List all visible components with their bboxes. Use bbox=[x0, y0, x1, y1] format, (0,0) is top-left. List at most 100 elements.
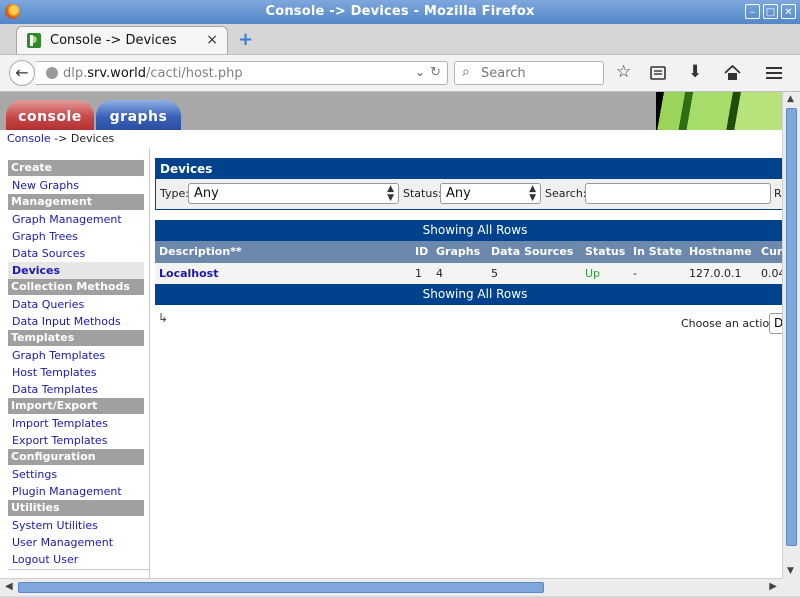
menu-section-import-export: Import/Export bbox=[8, 398, 144, 414]
status-label: Status: bbox=[403, 187, 442, 200]
device-data-sources: 5 bbox=[491, 267, 498, 280]
reading-list-icon[interactable] bbox=[650, 66, 666, 80]
search-icon: ⌕ bbox=[462, 64, 470, 80]
device-graphs: 4 bbox=[436, 267, 443, 280]
browser-tab[interactable]: Console -> Devices × bbox=[16, 26, 228, 54]
scroll-left-icon[interactable]: ◀ bbox=[5, 581, 13, 592]
scroll-down-icon[interactable]: ▼ bbox=[787, 566, 794, 576]
vertical-scrollbar[interactable]: ▲ ▼ bbox=[782, 92, 800, 578]
col-in-state[interactable]: In State bbox=[633, 241, 682, 263]
menu-item-import-templates[interactable]: Import Templates bbox=[8, 415, 144, 432]
menu-item-host-templates[interactable]: Host Templates bbox=[8, 364, 144, 381]
breadcrumb-current: -> Devices bbox=[50, 132, 115, 145]
bookmark-star-icon[interactable]: ☆ bbox=[616, 63, 631, 81]
menu-section-utilities: Utilities bbox=[8, 500, 144, 516]
devices-table: Showing All Rows Description** ID Graphs… bbox=[155, 220, 782, 305]
menu-item-data-queries[interactable]: Data Queries bbox=[8, 296, 144, 313]
scroll-right-icon[interactable]: ▶ bbox=[769, 581, 777, 592]
page-content: console graphs Console -> Devices Create… bbox=[0, 92, 782, 578]
menu-item-graph-trees[interactable]: Graph Trees bbox=[8, 228, 144, 245]
menu-section-management: Management bbox=[8, 194, 144, 210]
maximize-button[interactable]: □ bbox=[763, 4, 778, 19]
menu-item-data-sources[interactable]: Data Sources bbox=[8, 245, 144, 262]
sidebar-bottom-divider bbox=[8, 569, 149, 570]
tab-label: Console -> Devices bbox=[50, 33, 177, 48]
col-graphs[interactable]: Graphs bbox=[436, 241, 480, 263]
devices-search-input[interactable] bbox=[585, 183, 771, 204]
horizontal-scroll-thumb[interactable] bbox=[18, 582, 544, 593]
menu-item-settings[interactable]: Settings bbox=[8, 466, 144, 483]
menu-item-devices[interactable]: Devices bbox=[8, 262, 144, 279]
menu-item-graph-templates[interactable]: Graph Templates bbox=[8, 347, 144, 364]
menu-section-templates: Templates bbox=[8, 330, 144, 346]
col-id[interactable]: ID bbox=[415, 241, 428, 263]
url-dropdown-icon[interactable]: ⌄ bbox=[415, 65, 425, 79]
menu-section-create: Create bbox=[8, 160, 144, 176]
graphs-tab[interactable]: graphs bbox=[96, 100, 181, 130]
search-bar[interactable]: ⌕ bbox=[454, 61, 604, 85]
table-nav-top: Showing All Rows bbox=[155, 220, 782, 241]
new-tab-button[interactable]: + bbox=[238, 29, 253, 50]
devices-filter-panel: Devices Type: Any ▲ ▼ Status: Any ▲ ▼ Sear… bbox=[155, 158, 782, 210]
menu-item-export-templates[interactable]: Export Templates bbox=[8, 432, 144, 449]
menu-item-new-graphs[interactable]: New Graphs bbox=[8, 177, 144, 194]
menu-item-plugin-management[interactable]: Plugin Management bbox=[8, 483, 144, 500]
menu-item-user-management[interactable]: User Management bbox=[8, 534, 144, 551]
col-hostname[interactable]: Hostname bbox=[689, 241, 752, 263]
menu-section-configuration: Configuration bbox=[8, 449, 144, 465]
globe-icon bbox=[46, 67, 58, 79]
type-select[interactable]: Any ▲ ▼ bbox=[188, 183, 399, 204]
col-data-sources[interactable]: Data Sources bbox=[491, 241, 573, 263]
device-current: 0.04 bbox=[761, 267, 782, 280]
window-titlebar: Console -> Devices - Mozilla Firefox – □… bbox=[0, 0, 800, 24]
sidebar-divider bbox=[149, 148, 150, 578]
select-arrows-icon: ▲ ▼ bbox=[529, 184, 536, 203]
choose-action-label: Choose an action: bbox=[681, 317, 780, 330]
home-icon[interactable] bbox=[724, 65, 741, 81]
url-text[interactable]: dlp.srv.world/cacti/host.php bbox=[63, 66, 243, 81]
action-select[interactable]: D bbox=[769, 313, 782, 334]
vertical-scroll-thumb[interactable] bbox=[786, 108, 797, 546]
type-label: Type: bbox=[160, 187, 189, 200]
window-title: Console -> Devices - Mozilla Firefox bbox=[265, 4, 535, 19]
menu-section-collection-methods: Collection Methods bbox=[8, 279, 144, 295]
navigation-toolbar: ← dlp.srv.world/cacti/host.php ⌄ ↻ ⌕ ☆ ⬇ bbox=[0, 54, 800, 92]
horizontal-scrollbar[interactable]: ◀ ▶ bbox=[0, 578, 782, 596]
menu-icon[interactable] bbox=[766, 67, 782, 80]
device-status: Up bbox=[585, 267, 601, 280]
select-arrow-icon: ↳ bbox=[158, 311, 169, 325]
search-input[interactable] bbox=[479, 65, 598, 82]
close-window-button[interactable]: ✕ bbox=[781, 4, 796, 19]
address-bar[interactable]: dlp.srv.world/cacti/host.php ⌄ ↻ bbox=[36, 61, 448, 85]
back-button[interactable]: ← bbox=[9, 60, 35, 86]
minimize-button[interactable]: – bbox=[745, 4, 760, 19]
menu-item-system-utilities[interactable]: System Utilities bbox=[8, 517, 144, 534]
download-icon[interactable]: ⬇ bbox=[688, 63, 702, 81]
status-select[interactable]: Any ▲ ▼ bbox=[440, 183, 541, 204]
rows-label-cut: R bbox=[774, 187, 782, 200]
search-label: Search: bbox=[545, 187, 587, 200]
table-nav-bottom: Showing All Rows bbox=[155, 284, 782, 305]
console-menu: Create New Graphs Management Graph Manageme… bbox=[8, 160, 144, 568]
cacti-favicon-icon bbox=[27, 33, 41, 48]
col-status[interactable]: Status bbox=[585, 241, 625, 263]
breadcrumb-console-link[interactable]: Console bbox=[7, 132, 51, 145]
close-tab-icon[interactable]: × bbox=[206, 32, 218, 48]
scroll-up-icon[interactable]: ▲ bbox=[787, 94, 794, 104]
device-hostname: 127.0.0.1 bbox=[689, 267, 742, 280]
col-current[interactable]: Curr bbox=[761, 241, 782, 263]
table-row[interactable]: Localhost 1 4 5 Up - 127.0.0.1 0.04 bbox=[155, 263, 782, 284]
scrollbar-corner bbox=[782, 578, 800, 596]
device-description-link[interactable]: Localhost bbox=[159, 263, 218, 284]
menu-item-logout-user[interactable]: Logout User bbox=[8, 551, 144, 568]
reload-icon[interactable]: ↻ bbox=[430, 65, 441, 80]
menu-item-data-input-methods[interactable]: Data Input Methods bbox=[8, 313, 144, 330]
col-description[interactable]: Description** bbox=[159, 241, 242, 263]
console-tab[interactable]: console bbox=[6, 100, 94, 130]
devices-panel-title: Devices bbox=[156, 159, 782, 179]
cacti-logo-image bbox=[656, 92, 782, 130]
tab-strip: Console -> Devices × + bbox=[0, 24, 800, 54]
menu-item-data-templates[interactable]: Data Templates bbox=[8, 381, 144, 398]
device-id: 1 bbox=[415, 267, 422, 280]
menu-item-graph-management[interactable]: Graph Management bbox=[8, 211, 144, 228]
